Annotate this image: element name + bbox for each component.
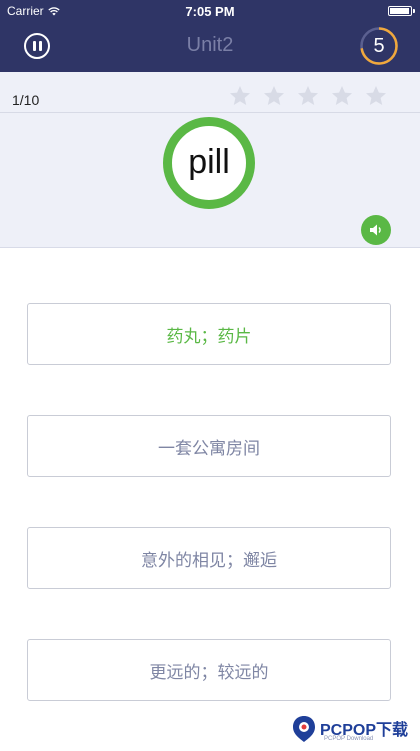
question-progress: 1/10 — [12, 92, 40, 108]
status-bar: Carrier 7:05 PM — [0, 0, 420, 22]
watermark-sub: PCPOP Download — [324, 736, 374, 742]
answer-option-4[interactable]: 更远的；较远的 — [27, 639, 391, 701]
battery-icon — [388, 6, 415, 16]
speaker-icon — [370, 224, 381, 236]
timer-value: 5 — [373, 35, 385, 57]
play-audio-button[interactable] — [361, 215, 391, 245]
status-time: 7:05 PM — [185, 4, 235, 19]
star-icon — [332, 86, 352, 105]
word-card: 1/10 pill — [0, 72, 420, 248]
pcpop-logo-icon — [293, 716, 315, 742]
page-title: Unit2 — [186, 34, 234, 56]
card-divider — [0, 112, 420, 113]
star-icon — [298, 86, 318, 105]
word-circle: pill — [163, 117, 255, 209]
answer-option-1[interactable]: 药丸；药片 — [27, 303, 391, 365]
star-rating — [228, 84, 388, 108]
answer-option-3[interactable]: 意外的相见；邂逅 — [27, 527, 391, 589]
watermark: PCPOP下载 PCPOP Download — [290, 712, 414, 746]
answer-option-2[interactable]: 一套公寓房间 — [27, 415, 391, 477]
star-icon — [366, 86, 386, 105]
battery-fill — [390, 8, 409, 14]
vocab-word: pill — [188, 143, 230, 181]
top-bar: Carrier 7:05 PM Unit2 5 — [0, 0, 420, 72]
star-icon — [264, 86, 284, 105]
star-icon — [230, 86, 250, 105]
countdown-timer: 5 — [359, 26, 399, 66]
